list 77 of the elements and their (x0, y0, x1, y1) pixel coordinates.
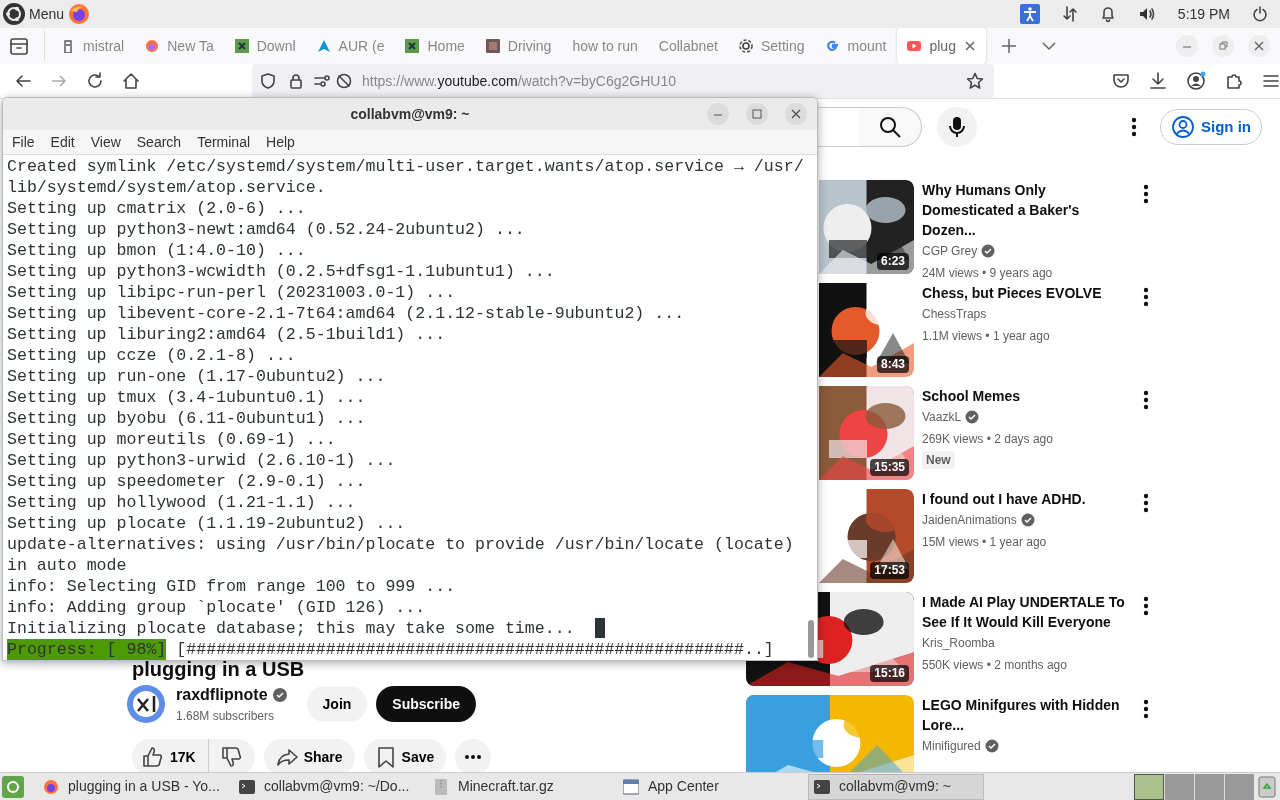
terminal-line: Setting up cmatrix (2.0-6) ... (7, 198, 306, 219)
taskbar-button[interactable]: plugging in a USB - Yo... (38, 773, 234, 800)
terminal-line: info: Adding group `plocate' (GID 126) ... (7, 597, 426, 618)
channel-name[interactable]: CGP Grey (922, 242, 978, 260)
terminal-line: update-alternatives: using /usr/bin/plocate to provide /usr/bin/locate (locate) (7, 534, 794, 555)
menu-button[interactable]: Menu (2, 1, 66, 27)
terminal-line: Created symlink /etc/systemd/system/multi-user.target.wants/atop.service → /usr/ (7, 156, 804, 177)
video-title-link[interactable]: School Memes (922, 386, 1132, 406)
menu-item[interactable]: Help (258, 131, 303, 153)
terminal-line: Setting up python3-urwid (2.6.10-1) ... (7, 450, 396, 471)
video-title-link[interactable]: Chess, but Pieces EVOLVE (922, 283, 1132, 303)
subscriber-count: 1.68M subscribers (176, 708, 276, 725)
browser-tab[interactable]: New Ta (135, 28, 224, 64)
browser-tab[interactable]: Downl (224, 28, 306, 64)
video-title-link[interactable]: LEGO Minifgures with Hidden Lore... (922, 695, 1132, 735)
terminal-line: Setting up plocate (1.1.19-2ubuntu2) ... (7, 513, 406, 534)
video-meta: 550K views • 2 months ago (922, 657, 1068, 674)
browser-tab[interactable]: Setting (728, 28, 815, 64)
menu-item[interactable]: Terminal (189, 131, 259, 153)
video-duration: 15:16 (870, 665, 909, 682)
share-button[interactable]: Share (263, 739, 355, 772)
progress-label: Progress: [ 98%] (7, 639, 167, 660)
taskbar-button[interactable]: Minecraft.tar.gz (428, 773, 618, 800)
terminal-line: info: Selecting GID from range 100 to 999 ... (7, 576, 456, 597)
terminal-line: Setting up ccze (0.2.1-8) ... (7, 345, 296, 366)
menu-item[interactable]: Edit (42, 131, 83, 153)
taskbar-button[interactable]: collabvm@vm9: ~ (808, 773, 984, 800)
channel-name[interactable]: raxdflipnote (176, 683, 268, 707)
terminal-line: Setting up run-one (1.17-0ubuntu2) ... (7, 366, 386, 387)
video-meta: 1.1M views • 1 year ago (922, 328, 1051, 345)
terminal-line: Setting up bmon (1:4.0-10) ... (7, 240, 306, 261)
video-meta: 24M views • 9 years ago (922, 265, 1054, 282)
browser-tab[interactable]: plug (897, 28, 986, 64)
new-badge: New (922, 451, 955, 469)
terminal-line: Setting up tmux (3.4-1ubuntu0.1) ... (7, 387, 366, 408)
clock: 5:19 PM (1177, 4, 1230, 24)
terminal-line: Setting up python3-wcwidth (0.2.5+dfsg1-1.1ubuntu1) ... (7, 261, 555, 282)
terminal-line: Setting up python3-newt:amd64 (0.52.24-2ubuntu2) ... (7, 219, 525, 240)
video-meta: 15M views • 1 year ago (922, 534, 1048, 551)
taskbar-button[interactable]: App Center (618, 773, 808, 800)
menu-item[interactable]: Search (128, 131, 190, 153)
terminal-line: Setting up hollywood (1.21-1.1) ... (7, 492, 356, 513)
video-duration: 8:43 (876, 356, 909, 373)
terminal-line: Setting up libevent-core-2.1-7t64:amd64 (2.1.12-stable-9ubuntu2) ... (7, 303, 685, 324)
terminal-line: Setting up liburing2:amd64 (2.5-1build1) ... (7, 324, 446, 345)
terminal-line: Setting up libipc-run-perl (20231003.0-1) ... (7, 282, 456, 303)
video-title-link[interactable]: I Made AI Play UNDERTALE To See If It Would Kill Everyone (922, 592, 1132, 632)
terminal-line: Setting up moreutils (0.69-1) ... (7, 429, 336, 450)
menu-item[interactable]: File (4, 131, 43, 153)
channel-name[interactable]: VaazkL (922, 408, 962, 426)
video-title-link[interactable]: Why Humans Only Domesticated a Baker's Dozen... (922, 180, 1132, 240)
subscribe-button[interactable]: Subscribe (376, 686, 477, 722)
video-title-link[interactable]: I found out I have ADHD. (922, 489, 1132, 509)
url-text: https://www.youtube.com/watch?v=byC6g2GHU10 (362, 71, 676, 91)
channel-name[interactable]: JaidenAnimations (922, 511, 1017, 529)
channel-name[interactable]: ChessTraps (922, 305, 987, 323)
video-meta: 269K views • 2 days ago (922, 431, 1054, 448)
channel-name[interactable]: Kris_Roomba (922, 634, 995, 652)
terminal-line: in auto mode (7, 555, 127, 576)
terminal-line: Setting up byobu (6.11-0ubuntu1) ... (7, 408, 366, 429)
taskbar-button[interactable]: collabvm@vm9: ~/Do... (234, 773, 428, 800)
terminal-line: Initializing plocate database; this may take some time... (7, 618, 575, 639)
window-title: collabvm@vm9: ~ (349, 104, 471, 124)
terminal-line: lib/systemd/system/atop.service. (7, 177, 326, 198)
channel-name[interactable]: Minifigured (922, 737, 981, 755)
video-duration: 6:23 (876, 253, 909, 270)
terminal-line: Setting up speedometer (2.9-0.1) ... (7, 471, 366, 492)
join-button[interactable]: Join (306, 686, 368, 722)
progress-bar-text: [########################################################..] (176, 639, 774, 660)
browser-tab[interactable]: Collabnet (648, 28, 728, 64)
menu-item[interactable]: View (82, 131, 129, 153)
video-duration: 17:53 (870, 562, 909, 579)
video-duration: 15:35 (870, 459, 909, 476)
save-button[interactable]: Save (363, 739, 447, 772)
address-bar[interactable]: https://www.youtube.com/watch?v=byC6g2GHU10 (252, 64, 994, 98)
video-title: plugging in a USB (132, 657, 306, 681)
browser-tab[interactable]: how to run (562, 28, 648, 64)
